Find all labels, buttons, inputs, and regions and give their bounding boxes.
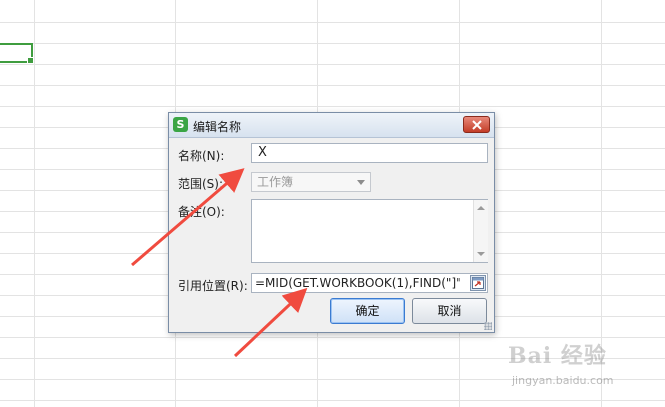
arrow-icon xyxy=(131,168,245,267)
watermark: Bai 经验 jingyan.baidu.com xyxy=(508,338,658,398)
watermark-url: jingyan.baidu.com xyxy=(512,374,614,387)
watermark-logo: Bai 经验 xyxy=(508,343,607,369)
arrow-icon xyxy=(233,287,308,358)
